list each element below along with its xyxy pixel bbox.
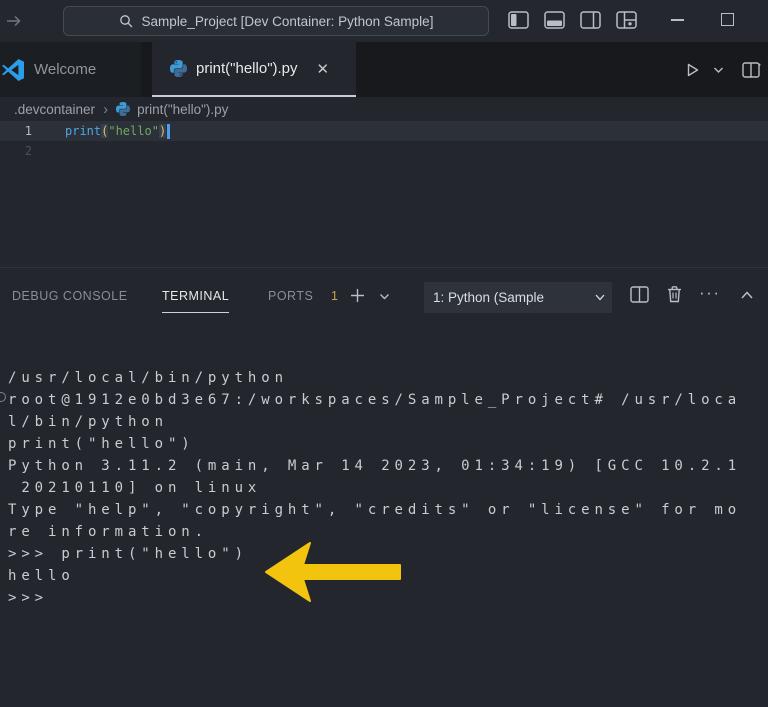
- editor-line-2[interactable]: 2: [0, 141, 768, 161]
- more-actions-partial-icon[interactable]: ·: [757, 56, 764, 74]
- terminal-line: >>> print("hello"): [8, 546, 248, 562]
- breadcrumb-file[interactable]: print("hello").py: [137, 102, 228, 117]
- editor-tab-bar: Welcome print("hello").py ✕ ·: [0, 42, 768, 97]
- editor-line-1[interactable]: 1 print("hello"): [0, 121, 768, 141]
- panel-tab-ports[interactable]: PORTS: [268, 289, 313, 303]
- title-bar: Sample_Project [Dev Container: Python Sa…: [0, 0, 768, 43]
- code-token-function: print: [65, 124, 102, 138]
- new-terminal-plus-icon[interactable]: [349, 287, 366, 304]
- terminal-selector-dropdown[interactable]: 1: Python (Sample: [424, 282, 612, 313]
- panel-tab-debug-console[interactable]: DEBUG CONSOLE: [12, 289, 128, 303]
- command-center-label: Sample_Project [Dev Container: Python Sa…: [141, 13, 434, 29]
- text-cursor: [167, 123, 171, 139]
- layout-panel-icon[interactable]: [544, 11, 565, 29]
- ports-count-badge: 1: [331, 289, 338, 303]
- chevron-right-icon: ›: [103, 100, 109, 118]
- tab-welcome-label: Welcome: [34, 61, 97, 78]
- terminal-line: hello: [8, 568, 75, 584]
- line-number: 2: [24, 144, 32, 158]
- bottom-panel: DEBUG CONSOLE TERMINAL PORTS 1 1: Python…: [0, 267, 768, 707]
- customize-layout-icon[interactable]: [616, 11, 637, 29]
- layout-sidebar-left-icon[interactable]: [508, 11, 529, 29]
- tab-welcome[interactable]: Welcome: [0, 42, 141, 97]
- tab-active-file[interactable]: print("hello").py ✕: [152, 42, 356, 97]
- panel-tab-terminal[interactable]: TERMINAL: [162, 289, 230, 313]
- code-token-close-paren: ): [158, 124, 167, 138]
- code-token-open-paren: (: [101, 124, 109, 138]
- terminal-line: Type "help", "copyright", "credits" or "…: [8, 502, 742, 518]
- kill-terminal-trash-icon[interactable]: [666, 285, 683, 304]
- line-number: 1: [24, 124, 32, 138]
- terminal-launch-chevron-icon[interactable]: [379, 293, 390, 301]
- breadcrumb-folder[interactable]: .devcontainer: [14, 102, 95, 117]
- collapse-panel-chevron-up-icon[interactable]: [740, 290, 754, 300]
- terminal-selector-label: 1: Python (Sample: [433, 290, 545, 305]
- run-button[interactable]: [684, 62, 701, 78]
- breadcrumb[interactable]: .devcontainer › print("hello").py: [0, 97, 768, 121]
- terminal-line: root@1912e0bd3e67:/workspaces/Sample_Pro…: [8, 392, 742, 408]
- split-terminal-button[interactable]: [630, 286, 649, 303]
- terminal-output[interactable]: /usr/local/bin/python root@1912e0bd3e67:…: [8, 367, 741, 609]
- tab-active-label: print("hello").py: [196, 60, 298, 77]
- minimize-button[interactable]: [671, 19, 684, 21]
- code-token-string: "hello": [108, 124, 159, 138]
- vscode-logo-icon: [1, 58, 25, 82]
- terminal-line: l/bin/python: [8, 414, 168, 430]
- forward-arrow-icon[interactable]: [4, 11, 24, 31]
- terminal-line: Python 3.11.2 (main, Mar 14 2023, 01:34:…: [8, 458, 742, 474]
- python-icon: [170, 60, 187, 77]
- terminal-line: >>>: [8, 590, 48, 606]
- python-icon: [116, 102, 131, 116]
- panel-header: DEBUG CONSOLE TERMINAL PORTS 1 1: Python…: [0, 282, 768, 313]
- terminal-command-decoration[interactable]: [0, 392, 6, 402]
- terminal-line: /usr/local/bin/python: [8, 370, 288, 386]
- chevron-down-icon: [594, 293, 606, 302]
- close-icon[interactable]: ✕: [317, 60, 330, 78]
- terminal-line: 20210110] on linux: [8, 480, 262, 496]
- maximize-button[interactable]: [721, 13, 734, 26]
- vscode-window: Sample_Project [Dev Container: Python Sa…: [0, 0, 768, 707]
- terminal-line: re information.: [8, 524, 208, 540]
- search-icon: [119, 14, 134, 29]
- layout-sidebar-right-icon[interactable]: [580, 11, 601, 29]
- more-actions-icon[interactable]: ···: [699, 283, 720, 303]
- command-center-search[interactable]: Sample_Project [Dev Container: Python Sa…: [63, 6, 489, 36]
- terminal-line: print("hello"): [8, 436, 195, 452]
- code-editor[interactable]: 1 print("hello") 2: [0, 121, 768, 267]
- run-dropdown-chevron-icon[interactable]: [713, 66, 724, 74]
